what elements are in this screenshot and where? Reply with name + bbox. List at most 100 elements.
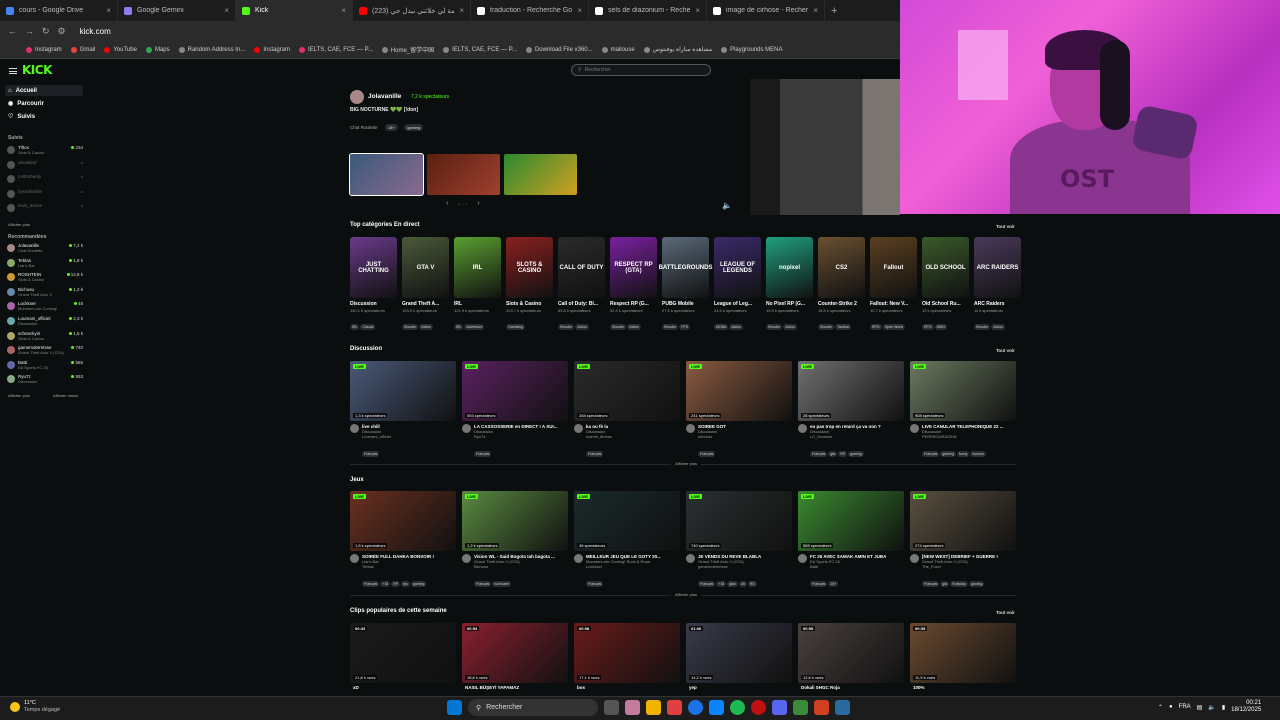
close-icon[interactable]: × (813, 6, 818, 15)
recommended-channel[interactable]: ROSHTEIN Slots & Casino 12,8 k (7, 272, 83, 285)
category-cover[interactable]: LEAGUE OF LEGENDS (714, 237, 761, 298)
mic-icon[interactable]: ● (1169, 704, 1173, 710)
search-input[interactable]: ⚲ Rechercher (571, 64, 711, 76)
avatar[interactable] (574, 424, 583, 433)
category-card[interactable]: ARC RAIDERS ARC Raiders 11 k spectateurs Sh… (974, 237, 1021, 333)
stream-thumbnail[interactable]: LIVE 1,3 k spectateurs (350, 361, 456, 421)
clip-thumbnail[interactable]: 00:53 18,8 k vues (462, 623, 568, 683)
stream-tag[interactable]: Français (698, 581, 716, 587)
avatar[interactable] (462, 554, 471, 563)
category-name[interactable]: Grand Theft A... (402, 301, 449, 307)
clip-title[interactable]: NASIL BÜŞEYİ YAPAMAZ (465, 685, 557, 690)
close-icon[interactable]: × (106, 6, 111, 15)
category-tag[interactable]: Action (783, 324, 797, 330)
stream-card[interactable]: LIVE 284 spectateurs ka ou fè la Discussion… (574, 361, 680, 460)
streamer-name[interactable]: LC_Hoorses (810, 434, 902, 439)
volume-icon[interactable]: 🔈 (1208, 704, 1215, 711)
stream-tag[interactable]: Français (586, 451, 604, 457)
stream-tag[interactable]: Français (362, 581, 380, 587)
streamer-name[interactable]: Teblas (362, 564, 454, 569)
recommended-channel[interactable]: gamemdetretsse Grand Theft Auto V (GTA) 74… (7, 345, 83, 358)
featured-tag[interactable]: 18+ (384, 124, 398, 131)
nav-accueil[interactable]: ⌂ Accueil (5, 85, 83, 96)
chevron-right-icon[interactable]: › (477, 200, 479, 207)
taskbar-search[interactable]: ⚲ Rechercher (468, 699, 598, 716)
language-indicator[interactable]: FRA (1179, 704, 1191, 710)
category-card[interactable]: BATTLEGROUNDS PUBG Mobile 27,6 k spectateu… (659, 237, 712, 333)
stream-tag[interactable]: +18 (380, 581, 391, 587)
url-field[interactable]: kick.com (80, 27, 111, 36)
chevron-up-icon[interactable]: ⌃ (1158, 704, 1163, 711)
category-card[interactable]: OLD SCHOOL Old School Ru... 12 k spectateu… (922, 237, 969, 333)
followed-channel[interactable]: Tiftox Slots & Casino 234 (7, 145, 83, 158)
stream-tag[interactable]: gaming (848, 451, 864, 457)
category-name[interactable]: Respect RP (G... (610, 301, 657, 307)
stream-card[interactable]: LIVE 565 spectateurs FC 26 AVEC SAMAK AMIN… (798, 491, 904, 590)
browser-tab[interactable]: image de cirhose - Recherche × (707, 0, 825, 21)
category-cover[interactable]: OLD SCHOOL (922, 237, 969, 298)
streamer-name[interactable]: Loumani_officiel (362, 434, 454, 439)
streamer-name[interactable]: The_Fuzzi (922, 564, 1014, 569)
category-cover[interactable]: JUST CHATTING (350, 237, 397, 298)
stream-tag[interactable]: Français (922, 581, 940, 587)
games-show-more[interactable]: Afficher plus (671, 592, 701, 597)
stream-thumbnail[interactable]: LIVE 241 spectateurs (686, 361, 792, 421)
stream-tag[interactable]: Français (586, 581, 604, 587)
stream-card[interactable]: LIVE 1,3 k spectateurs live chill Discussio… (350, 361, 456, 460)
stream-card[interactable]: LIVE 1,8 k spectateurs SOIRÉE FULL DAHKA B… (350, 491, 456, 590)
clip-title[interactable]: Dokali SHGC Roja (801, 685, 893, 690)
stream-tag[interactable]: gta (828, 451, 838, 457)
recommended-channel[interactable]: schneckyiri Slots & Casino 1,5 k (7, 331, 83, 344)
category-tag[interactable]: Shooter (766, 324, 783, 330)
recommended-channel[interactable]: Bichosu Grand Theft Auto V 1,2 k (7, 287, 83, 300)
category-name[interactable]: Call of Duty: Bl... (558, 301, 605, 307)
streamer-name[interactable]: marvel_fitness (586, 434, 678, 439)
category-card[interactable]: CALL OF DUTY Call of Duty: Bl... 60,8 k sp… (558, 237, 605, 333)
category-card[interactable]: CS2 Counter-Strike 2 18,5 k spectateurs Sho… (818, 237, 865, 333)
followed-channel[interactable]: bysenheible ø (7, 189, 83, 202)
clip-title[interactable]: bos (577, 685, 669, 690)
close-icon[interactable]: × (695, 6, 700, 15)
featured-video-player[interactable] (750, 79, 900, 215)
app-icon[interactable] (793, 700, 808, 715)
menu-icon[interactable] (9, 68, 17, 74)
clip-thumbnail[interactable]: 00:55 12,6 k vues (798, 623, 904, 683)
category-cover[interactable]: SLOTS & CASINO (506, 237, 553, 298)
stream-thumbnail[interactable]: LIVE 908 spectateurs (910, 361, 1016, 421)
category-cover[interactable]: ARC RAIDERS (974, 237, 1021, 298)
stream-card[interactable]: LIVE 48 spectateurs MEILLEUR JEU QUE LE GO… (574, 491, 680, 590)
nav-parcourir[interactable]: ◉ Parcourir (5, 98, 83, 109)
stream-thumbnail[interactable]: LIVE 1,8 k spectateurs (350, 491, 456, 551)
new-tab-icon[interactable]: + (825, 5, 843, 17)
spotify-icon[interactable] (730, 700, 745, 715)
see-all-link[interactable]: Tout voir (996, 610, 1015, 615)
stream-thumbnail[interactable]: LIVE 284 spectateurs (574, 361, 680, 421)
kick-logo[interactable]: KICK (22, 63, 52, 77)
close-icon[interactable]: × (459, 6, 464, 15)
category-tag[interactable]: Shooter (610, 324, 627, 330)
stream-tag[interactable]: alt (738, 581, 747, 587)
streamer-name[interactable]: Lockkser (586, 564, 678, 569)
avatar[interactable] (910, 554, 919, 563)
bookmark-item[interactable]: مشاهدة مباراة يوفنتوس (643, 46, 712, 53)
stream-thumbnail[interactable]: LIVE 48 spectateurs (574, 491, 680, 551)
browser-tab[interactable]: Kick × (236, 0, 353, 21)
stream-tag[interactable]: 18+ (828, 581, 839, 587)
clip-thumbnail[interactable]: 00:35 11,9 k vues (910, 623, 1016, 683)
stream-tag[interactable]: hurricane (492, 581, 512, 587)
category-name[interactable]: PUBG Mobile (662, 301, 709, 307)
category-tag[interactable]: Action (729, 324, 744, 330)
recommended-channel[interactable]: Batti EA Sports FC 26 565 (7, 360, 83, 373)
carousel-thumb[interactable] (504, 154, 577, 195)
browser-tab[interactable]: sels de diazonium - Recherche × (589, 0, 707, 21)
recommended-show-less[interactable]: Afficher moins (53, 393, 78, 398)
clip-card[interactable]: 01:00 14,2 k vues yep (686, 623, 792, 690)
chevron-left-icon[interactable]: ‹ (446, 200, 448, 207)
category-name[interactable]: ARC Raiders (974, 301, 1021, 307)
stream-thumbnail[interactable]: LIVE 274 spectateurs (910, 491, 1016, 551)
clip-thumbnail[interactable]: 00:58 17,1 k vues (574, 623, 680, 683)
category-tag[interactable]: Casual (360, 324, 376, 330)
clip-title[interactable]: 100% (913, 685, 1005, 690)
category-tag[interactable]: Action (627, 324, 641, 330)
stream-tag[interactable]: Français (474, 451, 492, 457)
